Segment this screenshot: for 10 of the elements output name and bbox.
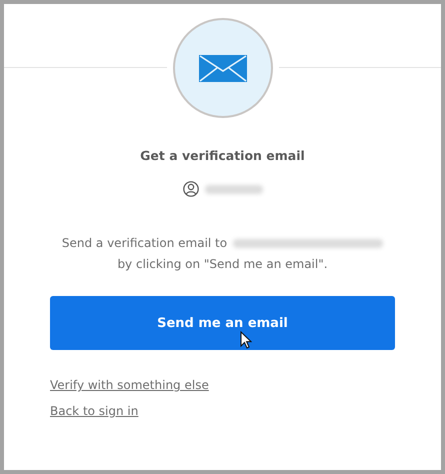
send-email-button[interactable]: Send me an email: [50, 296, 395, 350]
text-link[interactable]: Back to sign in: [50, 404, 138, 418]
redacted-username: [204, 184, 262, 194]
page-title: Get a verification email: [139, 148, 306, 163]
envelope-icon: [198, 54, 246, 82]
text-link[interactable]: Verify with something else: [50, 378, 209, 392]
cursor-icon: [240, 331, 252, 349]
message-text: by clicking on "Send me an email".: [116, 256, 329, 273]
user-icon: [182, 181, 198, 197]
message-text: Send a verification email to: [62, 235, 228, 252]
